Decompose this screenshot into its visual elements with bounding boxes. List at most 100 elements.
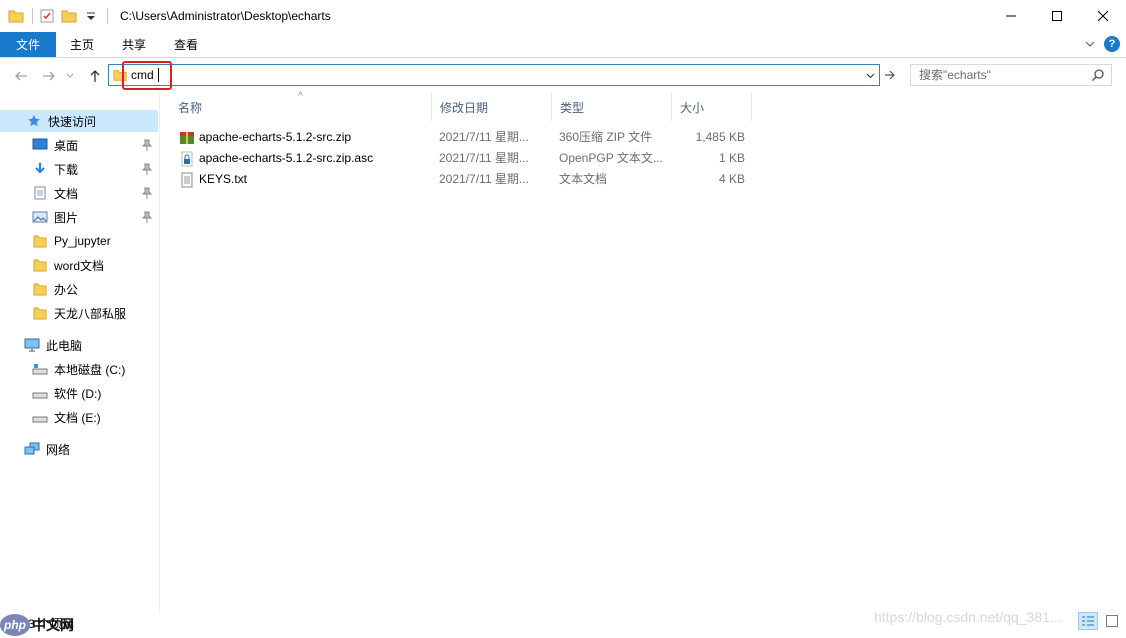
folder-icon	[32, 257, 48, 273]
sidebar-item-label: 文档 (E:)	[54, 410, 101, 425]
php-badge: php	[0, 614, 30, 636]
sidebar-item-quick-access[interactable]: 快速访问	[0, 110, 158, 132]
folder-icon[interactable]	[8, 8, 24, 24]
search-icon	[1091, 69, 1104, 82]
sidebar-item-drive-c[interactable]: 本地磁盘 (C:)	[0, 358, 158, 380]
window-controls	[988, 0, 1126, 32]
large-icons-view-icon	[1106, 615, 1118, 627]
sidebar-item-label: 办公	[54, 282, 79, 297]
sidebar-item-drive-e[interactable]: 文档 (E:)	[0, 406, 158, 428]
minimize-icon	[1006, 15, 1016, 17]
pin-icon[interactable]	[142, 163, 152, 175]
drive-icon	[32, 385, 48, 401]
tab-home[interactable]: 主页	[56, 32, 108, 57]
sidebar-item-office[interactable]: 办公	[0, 278, 158, 300]
zip-archive-icon	[180, 132, 194, 144]
minimize-button[interactable]	[988, 0, 1034, 32]
desktop-icon	[32, 137, 48, 153]
folder-icon	[32, 233, 48, 249]
arrow-up-icon	[90, 70, 100, 82]
sidebar-item-documents[interactable]: 文档	[0, 182, 158, 204]
sidebar-item-tianlong[interactable]: 天龙八部私服	[0, 302, 158, 324]
sidebar-item-label: 此电脑	[46, 338, 83, 353]
pin-icon[interactable]	[142, 187, 152, 199]
table-row[interactable]: KEYS.txt 2021/7/11 星期... 文本文档 4 KB	[170, 169, 760, 190]
sidebar-item-label: Py_jupyter	[54, 234, 111, 248]
forward-button[interactable]	[40, 67, 58, 85]
sidebar-item-desktop[interactable]: 桌面	[0, 134, 158, 156]
customize-quick-access-icon[interactable]	[83, 8, 99, 24]
sidebar-item-network[interactable]: 网络	[0, 438, 158, 460]
details-view-icon	[1082, 616, 1094, 626]
address-bar[interactable]	[108, 64, 880, 86]
sidebar-item-label: 软件 (D:)	[54, 386, 102, 401]
address-dropdown-button[interactable]	[863, 67, 877, 83]
folder-icon	[32, 281, 48, 297]
column-header-name[interactable]: 名称	[170, 93, 432, 121]
sidebar-item-py-jupyter[interactable]: Py_jupyter	[0, 230, 158, 252]
details-view-button[interactable]	[1078, 612, 1098, 630]
address-input[interactable]	[131, 65, 831, 85]
maximize-button[interactable]	[1034, 0, 1080, 32]
search-input[interactable]	[919, 65, 1089, 85]
chevron-down-icon	[866, 73, 874, 78]
network-icon	[24, 441, 40, 457]
column-header-modified[interactable]: 修改日期	[432, 93, 552, 121]
sidebar-item-word-docs[interactable]: word文档	[0, 254, 158, 276]
star-icon	[26, 113, 42, 129]
file-name: KEYS.txt	[199, 172, 248, 186]
close-icon	[1098, 11, 1108, 21]
lock-file-icon	[181, 151, 193, 167]
sidebar-item-this-pc[interactable]: 此电脑	[0, 334, 158, 356]
sidebar-item-label: 文档	[54, 186, 79, 201]
expand-ribbon-icon[interactable]	[1084, 38, 1096, 50]
sidebar-item-label: 天龙八部私服	[54, 306, 127, 321]
large-icons-view-button[interactable]	[1102, 612, 1122, 630]
up-button[interactable]	[86, 67, 104, 85]
sidebar-item-label: word文档	[54, 258, 105, 273]
close-button[interactable]	[1080, 0, 1126, 32]
sidebar-item-drive-d[interactable]: 软件 (D:)	[0, 382, 158, 404]
go-button[interactable]	[881, 64, 899, 86]
quick-access-toolbar	[0, 0, 114, 32]
table-row[interactable]: apache-echarts-5.1.2-src.zip.asc 2021/7/…	[170, 148, 760, 169]
folder-icon	[32, 305, 48, 321]
file-list: ^ 名称 修改日期 类型 大小 apache-echarts-5.1.2-src…	[170, 91, 1120, 613]
sidebar-item-label: 下载	[54, 162, 79, 177]
help-icon[interactable]: ?	[1104, 36, 1120, 52]
view-toggle	[1078, 612, 1122, 630]
file-modified: 2021/7/11 星期...	[439, 172, 529, 186]
ribbon-tabs: 文件 主页 共享 查看 ?	[0, 32, 1126, 58]
tab-view[interactable]: 查看	[160, 32, 212, 57]
file-name: apache-echarts-5.1.2-src.zip	[199, 130, 352, 144]
properties-icon[interactable]	[39, 8, 55, 24]
file-size: 1,485 KB	[695, 130, 745, 144]
divider	[32, 8, 33, 24]
sidebar-item-pictures[interactable]: 图片	[0, 206, 158, 228]
sidebar-item-downloads[interactable]: 下载	[0, 158, 158, 180]
picture-icon	[32, 209, 48, 225]
pin-icon[interactable]	[142, 211, 152, 223]
column-header-size[interactable]: 大小	[672, 93, 752, 121]
watermark-logo: php 中文网	[0, 614, 74, 636]
sidebar-item-label: 快速访问	[48, 114, 97, 129]
search-box[interactable]	[910, 64, 1112, 86]
window-title: C:\Users\Administrator\Desktop\echarts	[120, 9, 331, 23]
pin-icon[interactable]	[142, 139, 152, 151]
column-header-type[interactable]: 类型	[552, 93, 672, 121]
tab-share[interactable]: 共享	[108, 32, 160, 57]
title-bar: C:\Users\Administrator\Desktop\echarts	[0, 0, 1126, 32]
table-row[interactable]: apache-echarts-5.1.2-src.zip 2021/7/11 星…	[170, 127, 760, 148]
back-button[interactable]	[12, 67, 30, 85]
ribbon-right-controls: ?	[1084, 36, 1120, 52]
watermark-text: 中文网	[32, 617, 74, 633]
recent-locations-button[interactable]	[64, 67, 76, 85]
sidebar-item-label: 本地磁盘 (C:)	[54, 362, 126, 377]
file-size: 1 KB	[718, 151, 745, 165]
arrow-left-icon	[15, 71, 27, 81]
new-folder-icon[interactable]	[61, 8, 77, 24]
navigation-pane: 快速访问 桌面 下载 文档 图片 Py_jupyter word文档 办公 天龙…	[0, 93, 160, 613]
tab-file[interactable]: 文件	[0, 32, 57, 57]
drive-icon	[32, 361, 48, 377]
drive-icon	[32, 409, 48, 425]
